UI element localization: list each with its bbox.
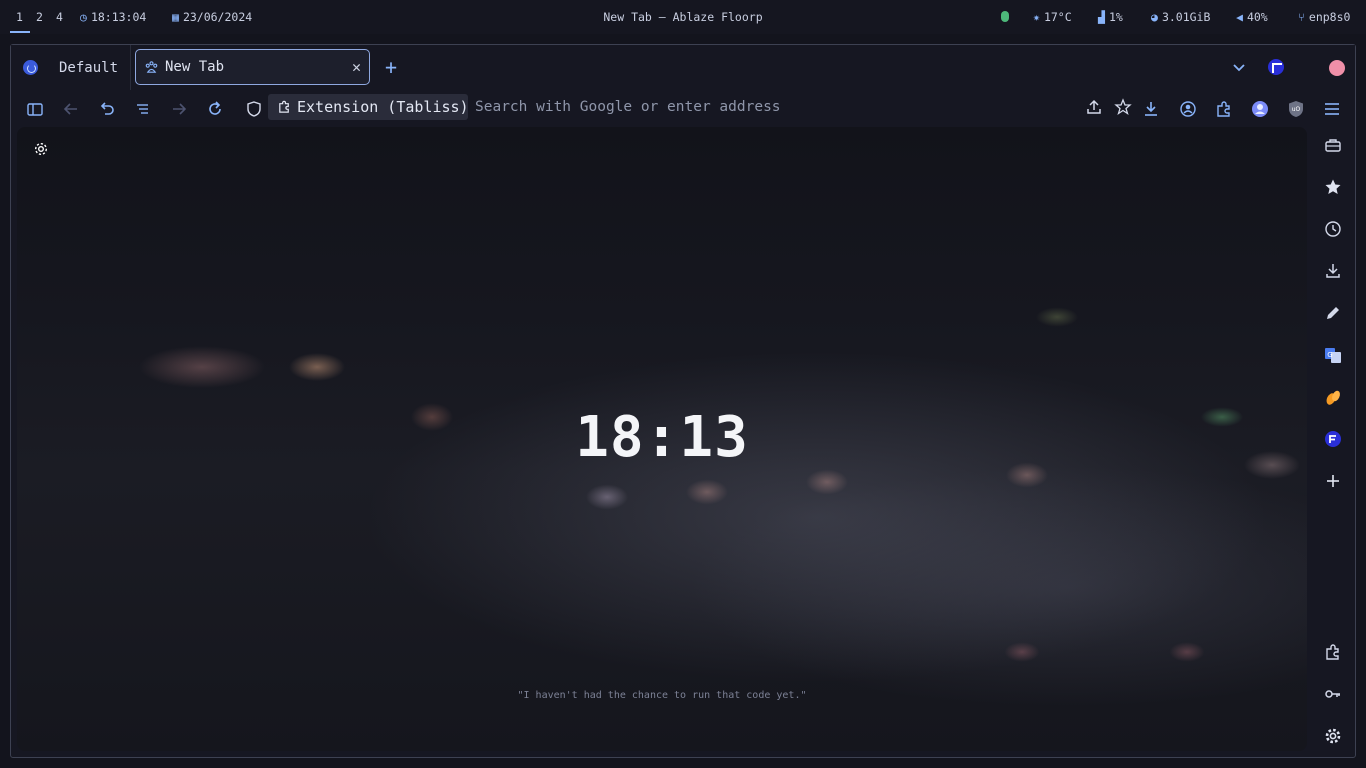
cpu-text: 1% xyxy=(1108,10,1123,24)
active-workspace-indicator xyxy=(10,31,30,33)
add-panel-icon[interactable] xyxy=(1324,472,1342,490)
undo-close-tab-icon[interactable] xyxy=(98,100,116,118)
tabliss-clock: 18:13 xyxy=(575,405,749,470)
notes-pencil-icon[interactable] xyxy=(1324,304,1342,322)
floorp-app-icon[interactable] xyxy=(1324,430,1342,448)
svg-text:G: G xyxy=(1327,351,1332,359)
tab-title: New Tab xyxy=(165,59,225,75)
tracking-shield-icon[interactable] xyxy=(245,100,263,118)
network-icon: ⑂ xyxy=(1298,10,1305,24)
tabliss-quote: "I haven't had the chance to run that co… xyxy=(517,690,807,701)
temperature-widget: ✷ 17°C xyxy=(1033,10,1072,24)
back-arrow-icon[interactable] xyxy=(62,100,80,118)
browser-sidebar: G xyxy=(1311,127,1355,753)
new-tab-page: 18:13 "I haven't had the chance to run t… xyxy=(17,127,1307,751)
chart-icon: ▟ xyxy=(1098,10,1105,24)
bookmarks-star-icon[interactable] xyxy=(1324,178,1342,196)
bookmark-star-icon[interactable] xyxy=(1114,98,1132,116)
profile-avatar[interactable] xyxy=(1329,60,1345,76)
workspace-switcher[interactable]: Default xyxy=(11,45,131,90)
new-tab-button[interactable]: + xyxy=(385,56,397,78)
downloads-icon[interactable] xyxy=(1142,100,1160,118)
share-icon[interactable] xyxy=(1085,98,1103,116)
network-widget: ⑂ enp8s0 xyxy=(1298,10,1350,24)
extension-chip-label: Extension (Tabliss) xyxy=(297,98,469,116)
close-tab-icon[interactable]: ✕ xyxy=(352,58,361,76)
profile-extension-icon[interactable] xyxy=(1251,100,1269,118)
forward-arrow-icon[interactable] xyxy=(170,100,188,118)
network-text: enp8s0 xyxy=(1308,10,1351,24)
toolbox-icon[interactable] xyxy=(1324,136,1342,154)
settings-gear-icon[interactable] xyxy=(33,141,49,157)
puzzle-icon xyxy=(279,100,289,113)
ublock-origin-icon[interactable]: uO xyxy=(1287,100,1305,118)
settings-gear-icon[interactable] xyxy=(1324,727,1342,745)
url-bar[interactable]: Extension (Tabliss) xyxy=(268,93,1132,121)
svg-text:uO: uO xyxy=(1292,106,1301,113)
workspace-icon xyxy=(23,60,38,75)
address-input[interactable] xyxy=(475,97,1035,117)
passwords-key-icon[interactable] xyxy=(1324,685,1342,703)
speaker-icon: ◀ xyxy=(1236,10,1243,24)
sun-icon: ✷ xyxy=(1033,10,1040,24)
paw-icon xyxy=(145,61,158,73)
tab-strip: Default New Tab ✕ + xyxy=(11,45,1355,90)
menu-hamburger-icon[interactable] xyxy=(1323,100,1341,118)
workspace-name: Default xyxy=(59,60,119,76)
fruit-extension-icon[interactable] xyxy=(1324,388,1342,406)
extensions-icon[interactable] xyxy=(1215,100,1233,118)
account-icon[interactable] xyxy=(1179,100,1197,118)
tab-list-icon[interactable] xyxy=(134,100,152,118)
status-indicator-icon xyxy=(1001,11,1009,22)
pie-icon: ◕ xyxy=(1151,10,1158,24)
browser-window: Default New Tab ✕ + Extension (Tabliss) … xyxy=(10,44,1356,758)
volume-widget[interactable]: ◀ 40% xyxy=(1236,10,1268,24)
memory-widget: ◕ 3.01GiB xyxy=(1151,10,1210,24)
cpu-widget: ▟ 1% xyxy=(1098,10,1123,24)
memory-text: 3.01GiB xyxy=(1161,10,1211,24)
tab-new-tab[interactable]: New Tab ✕ xyxy=(135,49,370,85)
translate-icon[interactable]: G xyxy=(1324,346,1342,364)
system-top-bar: 1 2 4 ◷ 18:13:04 ▦ 23/06/2024 New Tab — Ab… xyxy=(0,0,1366,34)
navigation-toolbar: Extension (Tabliss) uO xyxy=(11,91,1355,125)
temperature-text: 17°C xyxy=(1043,10,1072,24)
sidebar-toggle-icon[interactable] xyxy=(26,100,44,118)
floorp-account-icon[interactable] xyxy=(1268,59,1284,75)
extension-identity-chip[interactable]: Extension (Tabliss) xyxy=(268,94,469,120)
reload-icon[interactable] xyxy=(206,100,224,118)
list-all-tabs-chevron-icon[interactable] xyxy=(1231,59,1247,75)
extensions-icon[interactable] xyxy=(1324,643,1342,661)
downloads-icon[interactable] xyxy=(1324,262,1342,280)
history-clock-icon[interactable] xyxy=(1324,220,1342,238)
volume-text: 40% xyxy=(1246,10,1268,24)
